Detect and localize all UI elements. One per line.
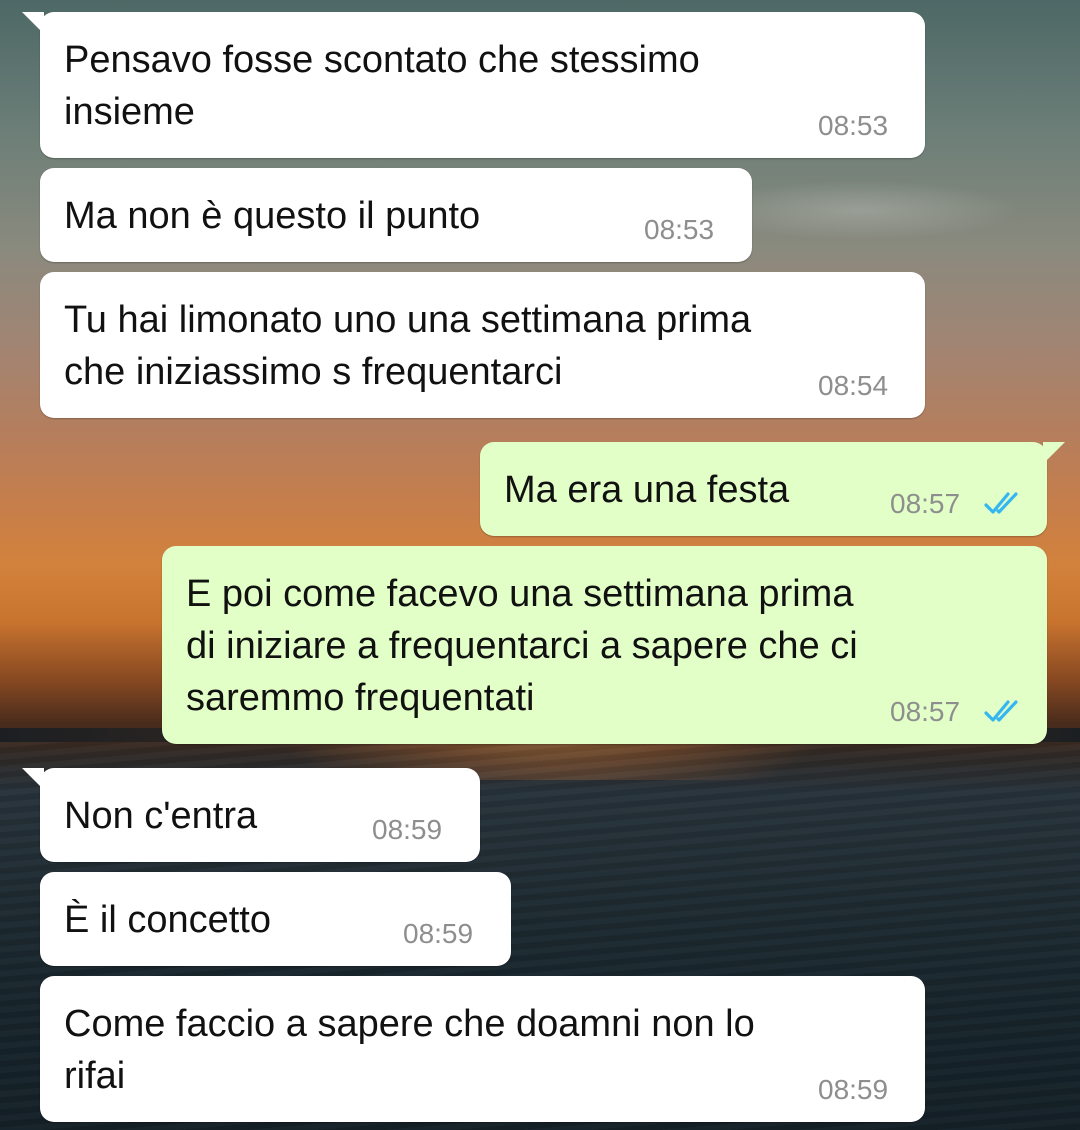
message-text: E poi come facevo una settimana prima di… <box>186 573 858 719</box>
incoming-message[interactable]: Pensavo fosse scontato che stessimo insi… <box>22 12 925 158</box>
outgoing-message[interactable]: Ma era una festa 08:57 <box>480 442 1065 536</box>
message-text: Come faccio a sapere che doamni non lo r… <box>64 1003 755 1097</box>
message-text: Pensavo fosse scontato che stessimo insi… <box>64 39 700 133</box>
outgoing-message[interactable]: E poi come facevo una settimana prima di… <box>162 546 1047 744</box>
message-timestamp: 08:54 <box>818 370 889 401</box>
message-timestamp: 08:59 <box>372 814 443 845</box>
message-timestamp: 08:59 <box>818 1074 889 1105</box>
message-timestamp: 08:53 <box>818 110 889 141</box>
message-text: Tu hai limonato uno una settimana prima … <box>64 299 752 393</box>
message-timestamp: 08:53 <box>644 214 715 245</box>
incoming-message[interactable]: Come faccio a sapere che doamni non lo r… <box>40 976 925 1122</box>
double-check-icon <box>984 492 1018 514</box>
message-text: Ma non è questo il punto <box>64 195 481 237</box>
incoming-message[interactable]: Tu hai limonato uno una settimana prima … <box>40 272 925 418</box>
incoming-message[interactable]: È il concetto 08:59 <box>40 872 511 966</box>
message-text: Non c'entra <box>64 795 258 837</box>
message-text: Ma era una festa <box>504 469 790 511</box>
message-text: È il concetto <box>64 899 271 941</box>
incoming-message[interactable]: Non c'entra 08:59 <box>22 768 480 862</box>
message-timestamp: 08:57 <box>890 488 961 519</box>
message-timestamp: 08:57 <box>890 696 961 727</box>
incoming-message[interactable]: Ma non è questo il punto 08:53 <box>40 168 752 262</box>
message-timestamp: 08:59 <box>403 918 474 949</box>
double-check-icon <box>984 700 1018 722</box>
